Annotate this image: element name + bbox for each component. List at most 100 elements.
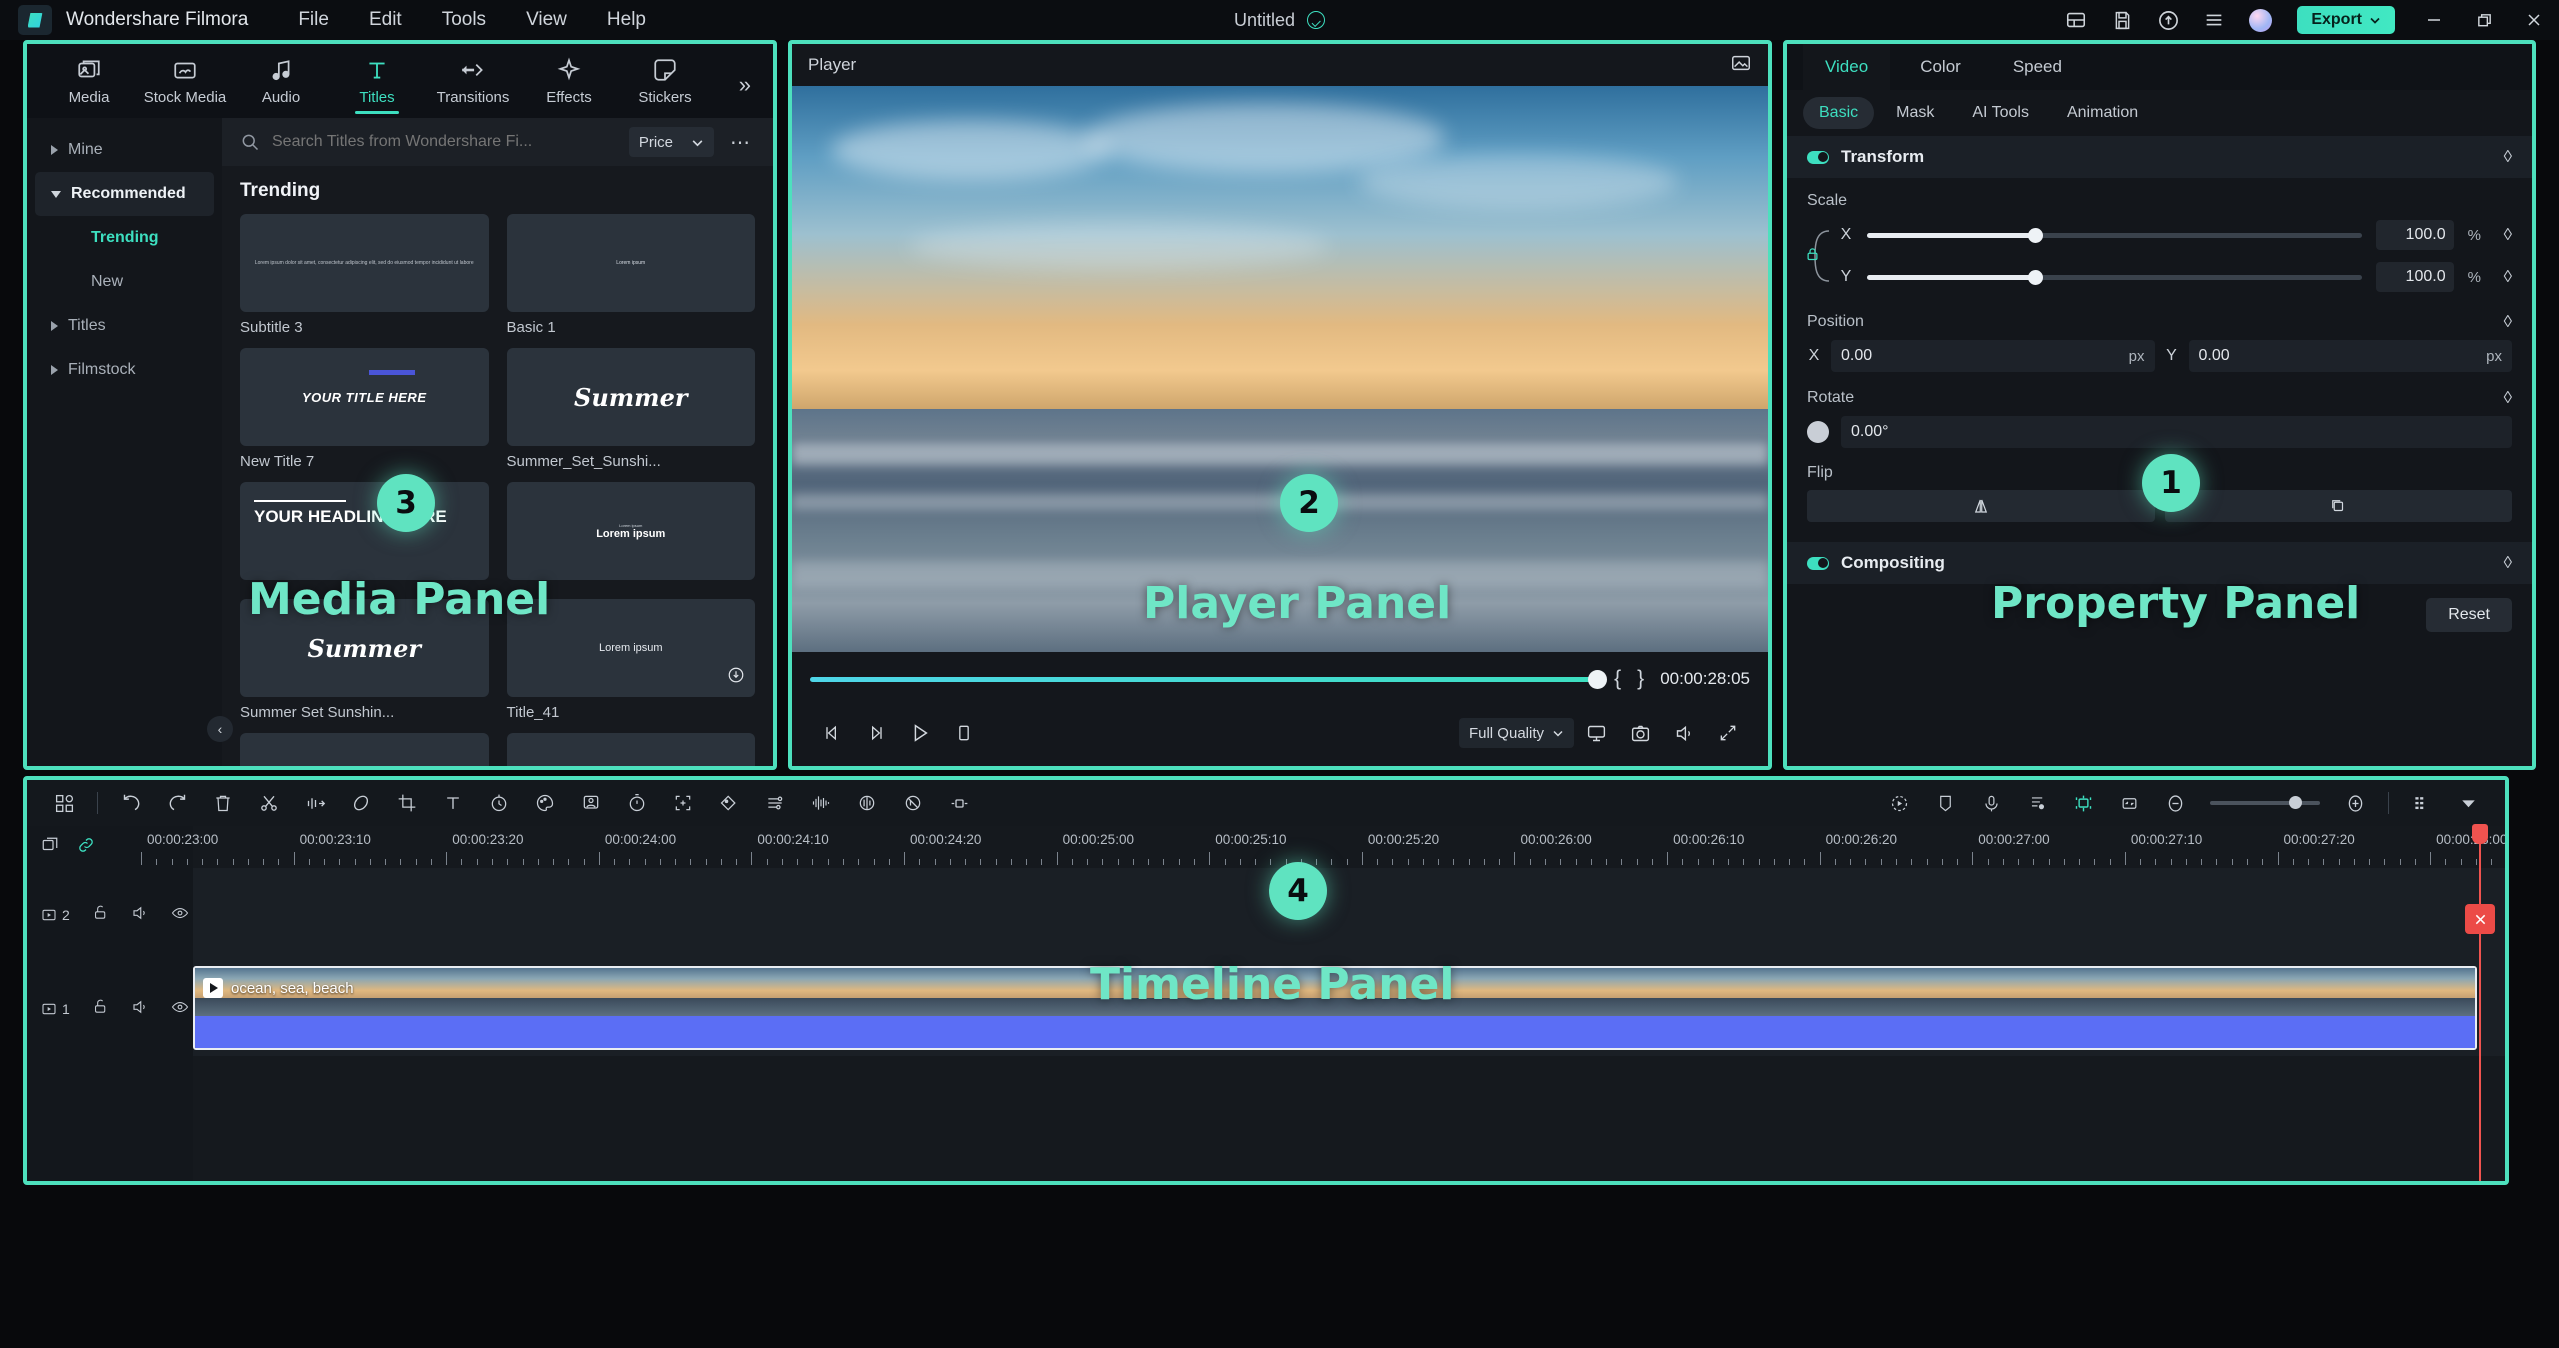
subtab-ai-tools[interactable]: AI Tools (1956, 97, 2045, 129)
auto-reframe-icon[interactable] (1876, 780, 1922, 826)
tab-effects[interactable]: Effects (521, 46, 617, 116)
undo-icon[interactable] (108, 780, 154, 826)
hamburger-menu-icon[interactable] (2191, 0, 2237, 40)
title-item-new-title-7[interactable]: YOUR TITLE HERE New Title 7 (240, 348, 489, 470)
title-item-lorem-bold[interactable]: Lorem ipsum Lorem ipsum (506, 482, 755, 587)
chevron-double-right-icon[interactable]: » (739, 72, 751, 98)
lock-icon[interactable] (1805, 247, 1820, 267)
snapshot-icon[interactable] (1730, 52, 1752, 79)
mix-tracks-icon[interactable] (41, 836, 59, 859)
timeline-ruler[interactable]: 00:00:23:00 00:00:23:10 00:00:23:20 00:00:2… (141, 826, 2505, 868)
diamond-keyframe-icon[interactable]: ◊ (2504, 147, 2512, 167)
transform-toggle[interactable] (1807, 150, 1829, 164)
menu-item-view[interactable]: View (526, 9, 567, 31)
scale-x-value[interactable]: 100.0 (2375, 220, 2454, 250)
voiceover-icon[interactable] (1968, 780, 2014, 826)
diamond-keyframe-icon[interactable]: ◊ (2504, 312, 2512, 332)
fit-timeline-icon[interactable] (2106, 780, 2152, 826)
title-item-subtitle-3[interactable]: Lorem ipsum dolor sit amet, consectetur … (240, 214, 489, 336)
audio-detach-icon[interactable] (292, 780, 338, 826)
tab-stickers[interactable]: Stickers (617, 46, 713, 116)
lock-open-icon[interactable] (92, 998, 109, 1020)
sidebar-item-mine[interactable]: Mine (35, 128, 214, 172)
scale-y-slider[interactable] (1867, 269, 2362, 285)
seek-slider[interactable] (810, 669, 1608, 689)
search-input[interactable] (272, 133, 617, 151)
subtab-animation[interactable]: Animation (2051, 97, 2154, 129)
marker-add-icon[interactable] (1922, 780, 1968, 826)
export-button[interactable]: Export (2297, 6, 2395, 34)
speaker-icon[interactable] (131, 904, 149, 927)
fullscreen-button[interactable] (1706, 713, 1750, 753)
more-horizontal-icon[interactable]: ⋯ (726, 130, 755, 155)
zoom-slider-knob[interactable] (2289, 796, 2303, 809)
more-options-icon[interactable] (2445, 780, 2491, 826)
menu-item-edit[interactable]: Edit (369, 9, 402, 31)
slider-knob[interactable] (2028, 227, 2044, 243)
chevron-left-icon[interactable]: ‹ (207, 716, 233, 742)
title-item-basic-1[interactable]: Lorem ipsum Basic 1 (506, 214, 755, 336)
transition-icon[interactable] (936, 780, 982, 826)
sidebar-item-recommended[interactable]: Recommended (35, 172, 214, 216)
timeline-zoom-slider[interactable] (2210, 796, 2320, 809)
redo-icon[interactable] (154, 780, 200, 826)
tab-transitions[interactable]: Transitions (425, 46, 521, 116)
close-button[interactable] (2509, 0, 2559, 40)
link-icon[interactable] (77, 836, 95, 859)
prev-frame-button[interactable] (810, 713, 854, 753)
stop-button[interactable] (942, 713, 986, 753)
volume-button[interactable] (1662, 713, 1706, 753)
rotate-dial[interactable] (1807, 421, 1829, 443)
layout-icon[interactable] (2053, 0, 2099, 40)
speaker-icon[interactable] (131, 998, 149, 1021)
position-x-field[interactable]: 0.00 px (1831, 340, 2155, 372)
save-icon[interactable] (2099, 0, 2145, 40)
title-item-headline[interactable]: YOUR HEADLINE HERE (240, 482, 489, 587)
sort-by-price-select[interactable]: Price (628, 127, 714, 157)
subtab-basic[interactable]: Basic (1803, 97, 1875, 129)
display-settings-button[interactable] (1574, 713, 1618, 753)
menu-item-file[interactable]: File (298, 9, 329, 31)
menu-item-tools[interactable]: Tools (442, 9, 486, 31)
tab-stock-media[interactable]: Stock Media (137, 46, 233, 116)
tab-speed[interactable]: Speed (1991, 44, 2084, 90)
grid-view-icon[interactable] (2399, 780, 2445, 826)
flip-horizontal-button[interactable] (1807, 490, 2155, 522)
tab-titles[interactable]: Titles (329, 46, 425, 116)
timeline-playhead[interactable] (2465, 824, 2495, 1181)
mask-icon[interactable] (706, 780, 752, 826)
zoom-out-icon[interactable] (2152, 780, 2198, 826)
quality-select[interactable]: Full Quality (1458, 718, 1574, 748)
transform-section-header[interactable]: Transform ◊ (1787, 136, 2532, 178)
tab-video[interactable]: Video (1803, 44, 1891, 90)
close-x-icon[interactable] (2465, 904, 2495, 934)
green-screen-icon[interactable] (568, 780, 614, 826)
eye-icon[interactable] (171, 998, 189, 1021)
download-icon[interactable] (727, 666, 745, 689)
slider-knob[interactable] (2028, 269, 2044, 285)
marker-icon[interactable] (338, 780, 384, 826)
text-icon[interactable] (430, 780, 476, 826)
seek-knob[interactable] (1588, 669, 1608, 689)
restore-button[interactable] (2459, 0, 2509, 40)
snapshot-button[interactable] (1618, 713, 1662, 753)
diamond-keyframe-icon[interactable]: ◊ (2504, 225, 2512, 245)
audio-waveform-icon[interactable] (798, 780, 844, 826)
diamond-keyframe-icon[interactable]: ◊ (2504, 388, 2512, 408)
audio-ducking-icon[interactable] (844, 780, 890, 826)
tab-audio[interactable]: Audio (233, 46, 329, 116)
green-screen-active-icon[interactable] (2060, 780, 2106, 826)
avatar[interactable] (2237, 0, 2283, 40)
flip-vertical-button[interactable] (2164, 490, 2512, 522)
delete-icon[interactable] (200, 780, 246, 826)
diamond-keyframe-icon[interactable]: ◊ (2504, 553, 2512, 573)
minimize-button[interactable] (2409, 0, 2459, 40)
project-media-icon[interactable] (41, 780, 87, 826)
lock-open-icon[interactable] (92, 904, 109, 926)
auto-beat-icon[interactable] (2014, 780, 2060, 826)
add-keyframe-icon[interactable] (660, 780, 706, 826)
playhead-handle[interactable] (2472, 824, 2488, 844)
color-icon[interactable] (522, 780, 568, 826)
zoom-in-icon[interactable] (2332, 780, 2378, 826)
sidebar-item-trending[interactable]: Trending (35, 216, 214, 260)
